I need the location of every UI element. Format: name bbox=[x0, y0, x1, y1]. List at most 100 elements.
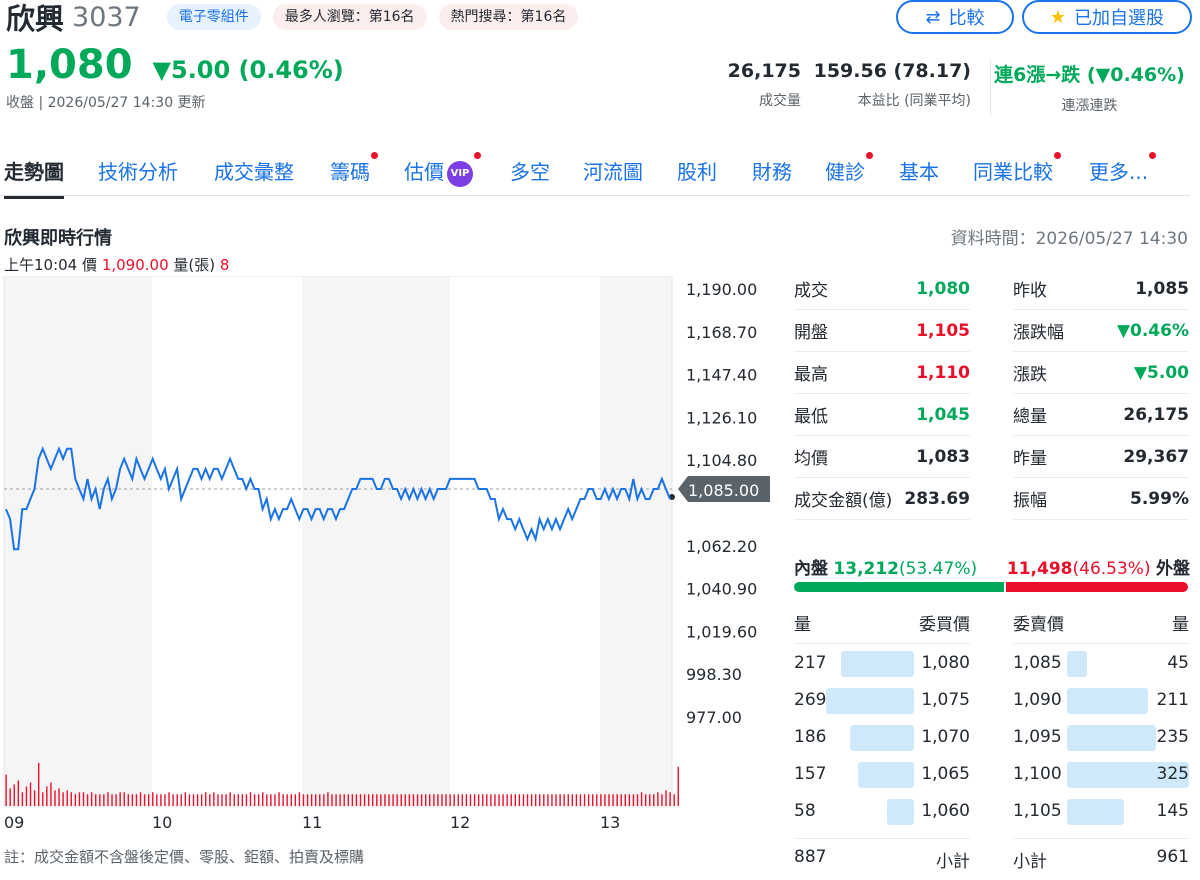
volume-bar bbox=[95, 794, 97, 806]
quote-row: 成交金額(億) 283.69 bbox=[794, 478, 970, 520]
tab-7[interactable]: 股利 bbox=[677, 156, 717, 185]
volume-bar bbox=[78, 792, 81, 806]
tab-label: 同業比較 bbox=[973, 160, 1053, 184]
reference-label: 1,085.00 bbox=[688, 481, 759, 500]
quote-value: ▼0.46% bbox=[1116, 320, 1189, 341]
volume-bar bbox=[555, 794, 557, 806]
intraday-chart[interactable]: 1,190.00 1,168.70 1,147.40 1,126.10 1,104.80… bbox=[0, 276, 780, 836]
volume-bar bbox=[245, 794, 248, 806]
volume-bar bbox=[612, 794, 614, 806]
volume-bar bbox=[657, 792, 659, 806]
tab-label: 財務 bbox=[752, 160, 792, 184]
quote-value: 1,105 bbox=[916, 320, 970, 341]
volume-bar bbox=[327, 792, 329, 806]
volume-bar bbox=[339, 794, 341, 806]
tab-8[interactable]: 財務 bbox=[752, 156, 792, 185]
volume-bar bbox=[600, 794, 602, 806]
quote-row: 最低 1,045 bbox=[794, 394, 970, 436]
volume-bar bbox=[62, 792, 64, 806]
quote-label: 成交金額(億) bbox=[794, 491, 893, 511]
volume-bar bbox=[636, 794, 639, 806]
tab-11[interactable]: 同業比較 bbox=[973, 152, 1061, 185]
volume-bar bbox=[424, 794, 427, 806]
stock-name: 欣興 bbox=[6, 2, 65, 36]
ask-qty: 235 bbox=[1156, 727, 1189, 747]
y-tick-label: 1,062.20 bbox=[686, 537, 757, 556]
volume-bar bbox=[343, 794, 345, 806]
x-tick-label: 10 bbox=[152, 813, 172, 832]
volume-bar bbox=[367, 794, 370, 806]
tab-9[interactable]: 健診 bbox=[825, 152, 873, 185]
volume-bar bbox=[567, 794, 569, 806]
volume-bar bbox=[152, 792, 154, 806]
volume-bar bbox=[278, 792, 280, 806]
compare-button[interactable]: ⇄ 比較 bbox=[896, 0, 1014, 34]
volume-bar bbox=[196, 794, 199, 806]
volume-bar bbox=[469, 794, 472, 806]
volume-bar bbox=[237, 794, 239, 806]
industry-tag[interactable]: 電子零組件 bbox=[166, 4, 261, 30]
volume-bar bbox=[608, 794, 610, 806]
ask-header: 委賣價 量 bbox=[1013, 610, 1189, 644]
tab-label: 技術分析 bbox=[98, 160, 178, 184]
outer-ratio-bar bbox=[1005, 582, 1188, 592]
y-tick-label: 998.30 bbox=[686, 665, 742, 684]
volume-bar bbox=[506, 794, 508, 806]
quote-row: 昨收 1,085 bbox=[1013, 268, 1189, 310]
quote-label: 振幅 bbox=[1013, 491, 1047, 511]
volume-bar bbox=[575, 794, 578, 806]
volume-bar bbox=[347, 794, 349, 806]
outer-volume: 11,498(46.53%) 外盤 bbox=[1007, 554, 1190, 579]
notification-dot bbox=[1149, 152, 1157, 159]
tab-1[interactable]: 技術分析 bbox=[98, 156, 178, 185]
bid-depth-bar bbox=[850, 725, 914, 751]
tab-10[interactable]: 基本 bbox=[899, 156, 939, 185]
volume-bar bbox=[147, 794, 150, 806]
volume-bar bbox=[494, 794, 496, 806]
bid-qty: 157 bbox=[794, 764, 827, 784]
tab-3[interactable]: 籌碼 bbox=[330, 152, 378, 185]
ask-price: 1,100 bbox=[1013, 764, 1062, 784]
volume-bar bbox=[563, 794, 565, 806]
ask-depth-bar bbox=[1067, 799, 1124, 825]
watchlist-button[interactable]: ★ 已加自選股 bbox=[1022, 0, 1192, 34]
volume-bar bbox=[200, 794, 203, 806]
y-tick-label: 1,168.70 bbox=[686, 323, 757, 342]
volume-bar bbox=[115, 794, 117, 806]
volume-bar bbox=[384, 794, 386, 806]
quote-row: 總量 26,175 bbox=[1013, 394, 1189, 436]
volume-bar bbox=[294, 794, 297, 806]
volume-bar bbox=[490, 794, 492, 806]
hover-vol: 8 bbox=[219, 256, 230, 274]
quote-row: 開盤 1,105 bbox=[794, 310, 970, 352]
volume-bar bbox=[302, 794, 305, 806]
bid-qty: 217 bbox=[794, 653, 827, 673]
tab-6[interactable]: 河流圖 bbox=[583, 156, 643, 185]
volume-bar bbox=[107, 792, 109, 806]
tab-12[interactable]: 更多... bbox=[1089, 152, 1157, 185]
ask-price: 1,095 bbox=[1013, 727, 1062, 747]
volume-bar bbox=[351, 794, 354, 806]
volume-bar bbox=[331, 794, 333, 806]
bid-qty: 269 bbox=[794, 690, 827, 710]
volume-bar bbox=[184, 792, 187, 806]
tab-label: 河流圖 bbox=[583, 160, 643, 184]
quote-row: 漲跌幅 ▼0.46% bbox=[1013, 310, 1189, 352]
bid-depth-bar bbox=[841, 651, 914, 677]
tab-2[interactable]: 成交彙整 bbox=[214, 156, 294, 185]
bid-price: 1,075 bbox=[921, 690, 970, 710]
volume-bar bbox=[473, 794, 476, 806]
y-tick-label: 1,019.60 bbox=[686, 622, 757, 641]
tab-5[interactable]: 多空 bbox=[510, 156, 550, 185]
tab-0[interactable]: 走勢圖 bbox=[4, 156, 64, 199]
tab-4[interactable]: 估價 VIP bbox=[404, 152, 481, 187]
inner-label: 內盤 bbox=[794, 559, 828, 579]
volume-bar bbox=[217, 794, 219, 806]
kpi-streak: 連6漲→跌 (▼0.46%) 連漲連跌 bbox=[990, 60, 1188, 115]
volume-bar bbox=[188, 794, 191, 806]
quote-label: 最低 bbox=[794, 407, 828, 427]
hover-time: 上午10:04 bbox=[4, 256, 78, 274]
volume-bar bbox=[74, 794, 77, 806]
bid-row: 217 1,080 bbox=[794, 650, 970, 678]
volume-bar bbox=[445, 794, 447, 806]
